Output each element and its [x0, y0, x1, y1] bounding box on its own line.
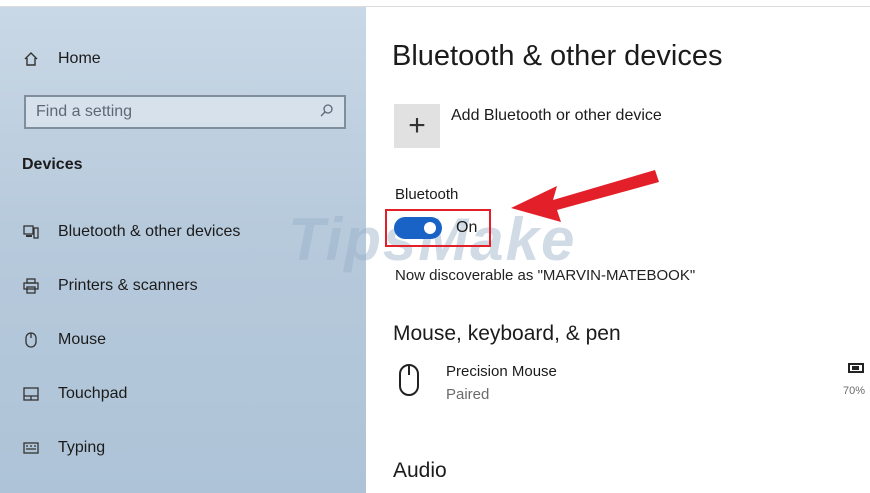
bluetooth-toggle[interactable]	[394, 217, 442, 239]
search-placeholder: Find a setting	[36, 103, 133, 120]
add-device-button[interactable]: +	[394, 104, 440, 148]
mouse-icon	[22, 331, 40, 349]
battery-percentage: 70%	[843, 385, 866, 397]
section-heading-audio: Audio	[393, 459, 447, 482]
touchpad-icon	[22, 385, 40, 403]
bluetooth-label: Bluetooth	[395, 186, 459, 203]
sidebar-item-touchpad[interactable]: Touchpad	[22, 385, 127, 403]
bluetooth-devices-icon	[22, 223, 40, 241]
sidebar-item-label: Mouse	[58, 331, 107, 348]
sidebar-section-heading: Devices	[22, 156, 83, 173]
plus-icon: +	[408, 109, 426, 142]
sidebar-item-label: Printers & scanners	[58, 277, 198, 294]
sidebar-item-mouse[interactable]: Mouse	[22, 331, 106, 349]
toggle-state-label: On	[456, 219, 478, 236]
sidebar-item-label: Bluetooth & other devices	[58, 223, 241, 240]
page-title: Bluetooth & other devices	[392, 40, 723, 72]
home-icon	[22, 50, 40, 68]
annotation-arrow-icon	[511, 170, 659, 222]
keyboard-icon	[22, 439, 40, 457]
search-input[interactable]: Find a setting	[24, 95, 346, 129]
device-status: Paired	[446, 386, 490, 403]
toggle-knob	[424, 222, 436, 234]
sidebar-item-bluetooth[interactable]: Bluetooth & other devices	[22, 223, 240, 241]
sidebar-item-label: Typing	[58, 439, 106, 456]
section-heading-mouse-keyboard: Mouse, keyboard, & pen	[393, 322, 621, 345]
add-device-label[interactable]: Add Bluetooth or other device	[451, 107, 662, 125]
sidebar-item-label: Touchpad	[58, 385, 128, 402]
printer-icon	[22, 277, 40, 295]
window-top-edge	[0, 0, 870, 7]
search-icon	[320, 103, 334, 122]
sidebar-item-typing[interactable]: Typing	[22, 439, 105, 457]
mouse-device-icon	[398, 363, 420, 402]
sidebar-home-label: Home	[58, 50, 101, 67]
sidebar-item-home[interactable]: Home	[22, 50, 101, 68]
device-name[interactable]: Precision Mouse	[446, 363, 557, 380]
battery-icon	[848, 363, 864, 373]
sidebar-item-printers[interactable]: Printers & scanners	[22, 277, 198, 295]
discoverable-text: Now discoverable as "MARVIN-MATEBOOK"	[395, 267, 696, 284]
